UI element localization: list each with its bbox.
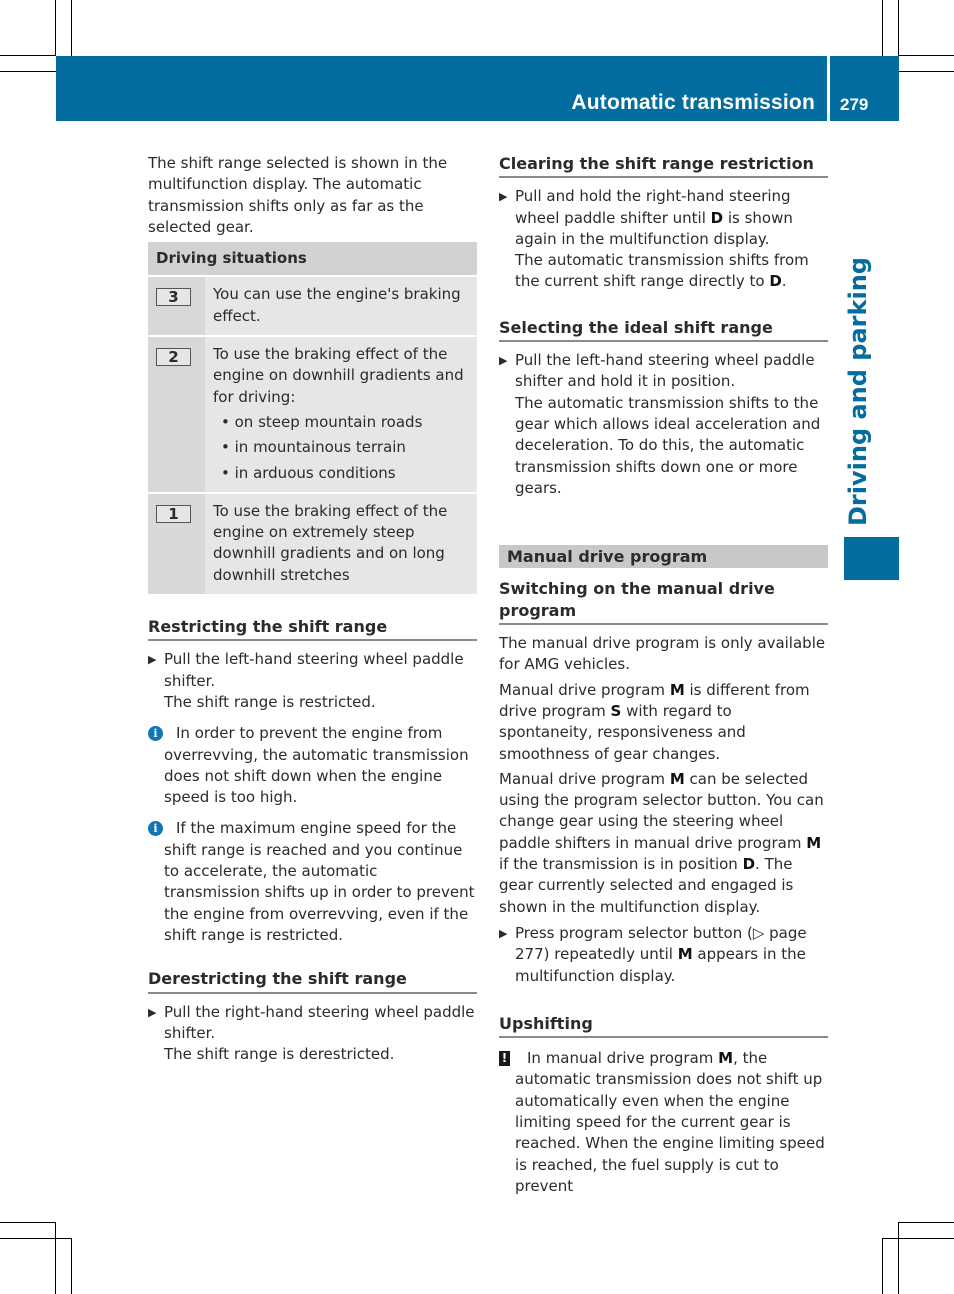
page-number: 279 — [840, 95, 869, 114]
paragraph: Manual drive program M can be selected u… — [499, 769, 824, 916]
table-row: 2 To use the braking effect of the engin… — [148, 335, 477, 493]
step-item: ▶ Pull the left-hand steering wheel padd… — [499, 350, 828, 499]
gear-key-2: 2 — [156, 348, 191, 367]
side-tab-marker — [844, 537, 899, 580]
page-number-box: 279 — [830, 56, 899, 121]
step-result: The shift range is derestricted. — [164, 1045, 395, 1064]
bullet-item: • on steep mountain roads — [221, 412, 423, 431]
heading-ideal: Selecting the ideal shift range — [499, 317, 828, 343]
intro-paragraph: The shift range selected is shown in the… — [148, 154, 448, 236]
step-arrow-icon: ▶ — [148, 653, 157, 667]
heading-derestricting: Derestricting the shift range — [148, 968, 477, 994]
bullet-item: • in mountainous terrain — [221, 438, 406, 457]
table-row: 1 To use the braking effect of the engin… — [148, 491, 477, 595]
step-result: The shift range is restricted. — [164, 692, 376, 711]
step-item: ▶ Press program selector button (▷ page … — [499, 923, 807, 985]
warning-note: ! In manual drive program M, the automat… — [499, 1048, 828, 1197]
gear-key-1: 1 — [156, 504, 191, 523]
crop-mark — [71, 0, 72, 56]
row-text: To use the braking effect of the engine … — [213, 501, 448, 584]
info-note: i If the maximum engine speed for the sh… — [148, 818, 477, 946]
row-text: To use the braking effect of the engine … — [213, 345, 464, 406]
right-column: Clearing the shift range restriction ▶ P… — [499, 153, 828, 1197]
crop-mark — [882, 1238, 954, 1239]
crop-mark — [0, 71, 56, 72]
row-text: You can use the engine's braking effect. — [213, 285, 461, 325]
crop-mark — [55, 1222, 56, 1294]
step-arrow-icon: ▶ — [499, 354, 508, 368]
crop-mark — [55, 0, 56, 56]
crop-mark — [0, 1238, 71, 1239]
step-result: The automatic transmission shifts to the… — [515, 393, 821, 497]
crop-mark — [882, 1238, 883, 1294]
crop-mark — [0, 1222, 56, 1223]
info-icon: i — [148, 726, 163, 742]
table-row: 3 You can use the engine's braking effec… — [148, 275, 477, 337]
info-note: i In order to prevent the engine from ov… — [148, 723, 477, 808]
section-label: Driving and parking — [844, 257, 872, 526]
info-icon: i — [148, 821, 163, 837]
crop-mark — [898, 0, 899, 56]
header-bar: Automatic transmission — [56, 56, 827, 121]
driving-situations-table: Driving situations 3 You can use the eng… — [148, 242, 477, 595]
step-item: ▶ Pull the left-hand steering wheel padd… — [148, 649, 477, 713]
step-result: The automatic transmission shifts from t… — [515, 251, 809, 291]
heading-clearing: Clearing the shift range restriction — [499, 153, 828, 179]
bullet-list: • on steep mountain roads • in mountaino… — [213, 412, 469, 484]
crop-mark — [899, 71, 954, 72]
step-arrow-icon: ▶ — [499, 190, 508, 204]
crop-mark — [0, 55, 56, 56]
warning-icon: ! — [499, 1051, 510, 1067]
step-arrow-icon: ▶ — [148, 1005, 157, 1019]
crop-mark — [882, 0, 883, 56]
step-arrow-icon: ▶ — [499, 926, 508, 940]
paragraph: The manual drive program is only availab… — [499, 634, 826, 674]
left-column: The shift range selected is shown in the… — [148, 153, 477, 1065]
side-tab-label: Driving and parking — [840, 257, 880, 526]
step-item: ▶ Pull and hold the right-hand steering … — [499, 186, 828, 292]
heading-restricting: Restricting the shift range — [148, 616, 477, 642]
section-band-manual: Manual drive program — [499, 545, 828, 569]
bullet-item: • in arduous conditions — [221, 463, 396, 482]
step-item: ▶ Pull the right-hand steering wheel pad… — [148, 1002, 477, 1066]
table-header: Driving situations — [148, 242, 477, 277]
crop-mark — [899, 1222, 954, 1223]
heading-manual: Switching on the manual drive program — [499, 578, 828, 626]
heading-upshifting: Upshifting — [499, 1013, 828, 1039]
gear-key-3: 3 — [156, 288, 191, 307]
crop-mark — [71, 1238, 72, 1294]
paragraph: Manual drive program M is different from… — [499, 680, 810, 763]
crop-mark — [899, 55, 954, 56]
crop-mark — [898, 1222, 899, 1294]
chapter-title: Automatic transmission — [571, 91, 815, 114]
